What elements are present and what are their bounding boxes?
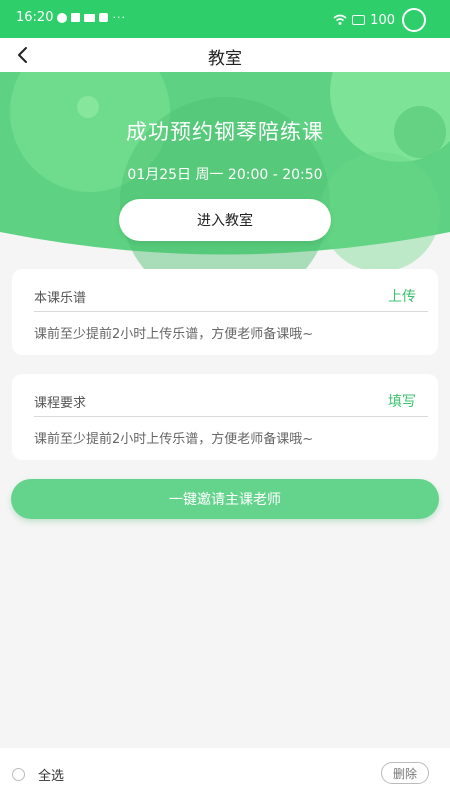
requirements-label: 课程要求 [34,396,87,411]
page-title: 教室 [208,49,242,69]
status-time: 16:20 [16,10,54,25]
sheet-music-card: 本课乐谱 上传 课前至少提前2小时上传乐谱，方便老师备课哦~ [12,269,438,355]
status-right: 100 [333,8,426,32]
status-left: 16:20 ··· [16,10,126,25]
sheet-music-hint: 课前至少提前2小时上传乐谱，方便老师备课哦~ [34,327,314,342]
bottom-bar: 全选 删除 [0,748,450,800]
enter-classroom-button[interactable]: 进入教室 [119,199,331,241]
wifi-icon [333,14,347,25]
circle-icon [402,8,426,32]
sim-icon [71,13,81,22]
hero-banner: 成功预约钢琴陪练课 01月25日 周一 20:00 - 20:50 进入教室 [0,72,450,272]
requirements-card: 课程要求 填写 课前至少提前2小时上传乐谱，方便老师备课哦~ [12,374,438,460]
select-all-radio[interactable] [12,768,25,781]
invite-teacher-button[interactable]: 一键邀请主课老师 [11,479,439,519]
requirements-header: 课程要求 填写 [34,388,428,417]
hero-title: 成功预约钢琴陪练课 [126,120,324,144]
more-notifications: ··· [112,11,126,24]
lesson-time: 01月25日 周一 20:00 - 20:50 [127,167,323,183]
chat-icon [57,12,68,23]
sheet-music-label: 本课乐谱 [34,291,87,306]
battery-level: 100 [370,12,395,28]
requirements-hint: 课前至少提前2小时上传乐谱，方便老师备课哦~ [34,432,314,447]
upload-button[interactable]: 上传 [388,286,416,306]
fill-in-button[interactable]: 填写 [388,391,416,411]
bag-icon [99,13,109,22]
nav-bar: 教室 [0,38,450,72]
sheet-music-header: 本课乐谱 上传 [34,283,428,312]
status-bar: 16:20 ··· 100 [0,0,450,38]
battery-icon [352,15,366,25]
mail-icon [84,13,96,22]
delete-button[interactable]: 删除 [381,762,429,784]
select-all-label[interactable]: 全选 [38,765,64,784]
